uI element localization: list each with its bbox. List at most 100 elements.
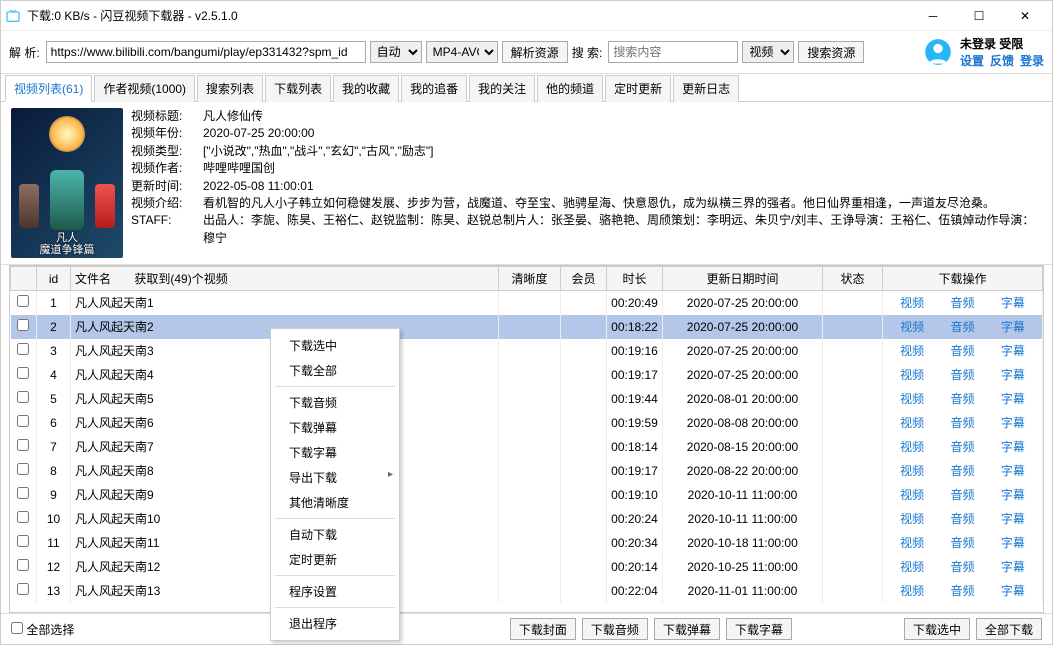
tab-6[interactable]: 我的关注 <box>469 75 535 102</box>
op-video[interactable]: 视频 <box>900 366 924 383</box>
dl-danmu-button[interactable]: 下载弹幕 <box>654 618 720 640</box>
ctx-item[interactable]: 退出程序 <box>271 611 399 636</box>
row-checkbox[interactable] <box>17 583 29 595</box>
close-button[interactable]: ✕ <box>1002 1 1048 31</box>
table-row[interactable]: 13凡人风起天南1300:22:042020-11-01 11:00:00视频音… <box>11 579 1043 603</box>
row-checkbox[interactable] <box>17 367 29 379</box>
op-video[interactable]: 视频 <box>900 318 924 335</box>
op-video[interactable]: 视频 <box>900 582 924 599</box>
video-table[interactable]: id 文件名 获取到(49)个视频 清晰度 会员 时长 更新日期时间 状态 下载… <box>9 265 1044 613</box>
url-input[interactable] <box>46 41 366 63</box>
op-subtitle[interactable]: 字幕 <box>1001 462 1025 479</box>
table-row[interactable]: 12凡人风起天南1200:20:142020-10-25 11:00:00视频音… <box>11 555 1043 579</box>
ctx-item[interactable]: 导出下载 <box>271 465 399 490</box>
tab-5[interactable]: 我的追番 <box>401 75 467 102</box>
settings-link[interactable]: 设置 <box>960 52 984 69</box>
row-checkbox[interactable] <box>17 559 29 571</box>
row-checkbox[interactable] <box>17 511 29 523</box>
op-subtitle[interactable]: 字幕 <box>1001 510 1025 527</box>
op-audio[interactable]: 音频 <box>950 510 974 527</box>
op-audio[interactable]: 音频 <box>950 390 974 407</box>
op-audio[interactable]: 音频 <box>950 462 974 479</box>
tab-7[interactable]: 他的频道 <box>537 75 603 102</box>
op-audio[interactable]: 音频 <box>950 438 974 455</box>
format-select[interactable]: MP4-AVC <box>426 41 498 63</box>
ctx-item[interactable]: 下载全部 <box>271 358 399 383</box>
row-checkbox[interactable] <box>17 415 29 427</box>
op-video[interactable]: 视频 <box>900 294 924 311</box>
op-subtitle[interactable]: 字幕 <box>1001 534 1025 551</box>
op-video[interactable]: 视频 <box>900 534 924 551</box>
table-row[interactable]: 3凡人风起天南300:19:162020-07-25 20:00:00视频音频字… <box>11 339 1043 363</box>
ctx-item[interactable]: 下载弹幕 <box>271 415 399 440</box>
op-audio[interactable]: 音频 <box>950 582 974 599</box>
row-checkbox[interactable] <box>17 343 29 355</box>
feedback-link[interactable]: 反馈 <box>990 52 1014 69</box>
op-audio[interactable]: 音频 <box>950 366 974 383</box>
minimize-button[interactable]: ─ <box>910 1 956 31</box>
auto-select[interactable]: 自动 <box>370 41 422 63</box>
row-checkbox[interactable] <box>17 487 29 499</box>
op-subtitle[interactable]: 字幕 <box>1001 390 1025 407</box>
ctx-item[interactable]: 其他清晰度 <box>271 490 399 515</box>
tab-1[interactable]: 作者视频(1000) <box>94 75 195 102</box>
ctx-item[interactable]: 下载音频 <box>271 390 399 415</box>
op-video[interactable]: 视频 <box>900 486 924 503</box>
parse-button[interactable]: 解析资源 <box>502 41 568 63</box>
user-icon[interactable] <box>924 38 952 66</box>
op-audio[interactable]: 音频 <box>950 534 974 551</box>
op-audio[interactable]: 音频 <box>950 318 974 335</box>
table-row[interactable]: 10凡人风起天南1000:20:242020-10-11 11:00:00视频音… <box>11 507 1043 531</box>
maximize-button[interactable]: ☐ <box>956 1 1002 31</box>
dl-selected-button[interactable]: 下载选中 <box>904 618 970 640</box>
row-checkbox[interactable] <box>17 439 29 451</box>
search-type-select[interactable]: 视频 <box>742 41 794 63</box>
op-subtitle[interactable]: 字幕 <box>1001 294 1025 311</box>
ctx-item[interactable]: 自动下载 <box>271 522 399 547</box>
op-subtitle[interactable]: 字幕 <box>1001 366 1025 383</box>
op-video[interactable]: 视频 <box>900 558 924 575</box>
op-video[interactable]: 视频 <box>900 462 924 479</box>
op-subtitle[interactable]: 字幕 <box>1001 342 1025 359</box>
table-row[interactable]: 6凡人风起天南600:19:592020-08-08 20:00:00视频音频字… <box>11 411 1043 435</box>
op-video[interactable]: 视频 <box>900 510 924 527</box>
op-audio[interactable]: 音频 <box>950 558 974 575</box>
op-audio[interactable]: 音频 <box>950 414 974 431</box>
op-video[interactable]: 视频 <box>900 438 924 455</box>
search-button[interactable]: 搜索资源 <box>798 41 864 63</box>
login-link[interactable]: 登录 <box>1020 52 1044 69</box>
row-checkbox[interactable] <box>17 463 29 475</box>
table-row[interactable]: 8凡人风起天南800:19:172020-08-22 20:00:00视频音频字… <box>11 459 1043 483</box>
op-subtitle[interactable]: 字幕 <box>1001 414 1025 431</box>
op-subtitle[interactable]: 字幕 <box>1001 318 1025 335</box>
table-row[interactable]: 7凡人风起天南700:18:142020-08-15 20:00:00视频音频字… <box>11 435 1043 459</box>
dl-audio-button[interactable]: 下载音频 <box>582 618 648 640</box>
tab-8[interactable]: 定时更新 <box>605 75 671 102</box>
op-audio[interactable]: 音频 <box>950 342 974 359</box>
op-subtitle[interactable]: 字幕 <box>1001 558 1025 575</box>
ctx-item[interactable]: 下载选中 <box>271 333 399 358</box>
table-row[interactable]: 11凡人风起天南1100:20:342020-10-18 11:00:00视频音… <box>11 531 1043 555</box>
op-video[interactable]: 视频 <box>900 342 924 359</box>
ctx-item[interactable]: 定时更新 <box>271 547 399 572</box>
op-subtitle[interactable]: 字幕 <box>1001 486 1025 503</box>
table-row[interactable]: 9凡人风起天南900:19:102020-10-11 11:00:00视频音频字… <box>11 483 1043 507</box>
row-checkbox[interactable] <box>17 391 29 403</box>
row-checkbox[interactable] <box>17 319 29 331</box>
op-video[interactable]: 视频 <box>900 390 924 407</box>
tab-0[interactable]: 视频列表(61) <box>5 75 92 102</box>
ctx-item[interactable]: 程序设置 <box>271 579 399 604</box>
tab-3[interactable]: 下载列表 <box>265 75 331 102</box>
search-input[interactable] <box>608 41 738 63</box>
op-audio[interactable]: 音频 <box>950 294 974 311</box>
table-row[interactable]: 5凡人风起天南500:19:442020-08-01 20:00:00视频音频字… <box>11 387 1043 411</box>
op-audio[interactable]: 音频 <box>950 486 974 503</box>
select-all-checkbox[interactable]: 全部选择 <box>11 621 74 638</box>
tab-9[interactable]: 更新日志 <box>673 75 739 102</box>
op-subtitle[interactable]: 字幕 <box>1001 582 1025 599</box>
dl-cover-button[interactable]: 下载封面 <box>510 618 576 640</box>
tab-4[interactable]: 我的收藏 <box>333 75 399 102</box>
table-row[interactable]: 2凡人风起天南200:18:222020-07-25 20:00:00视频音频字… <box>11 315 1043 339</box>
table-row[interactable]: 1凡人风起天南100:20:492020-07-25 20:00:00视频音频字… <box>11 291 1043 315</box>
op-subtitle[interactable]: 字幕 <box>1001 438 1025 455</box>
